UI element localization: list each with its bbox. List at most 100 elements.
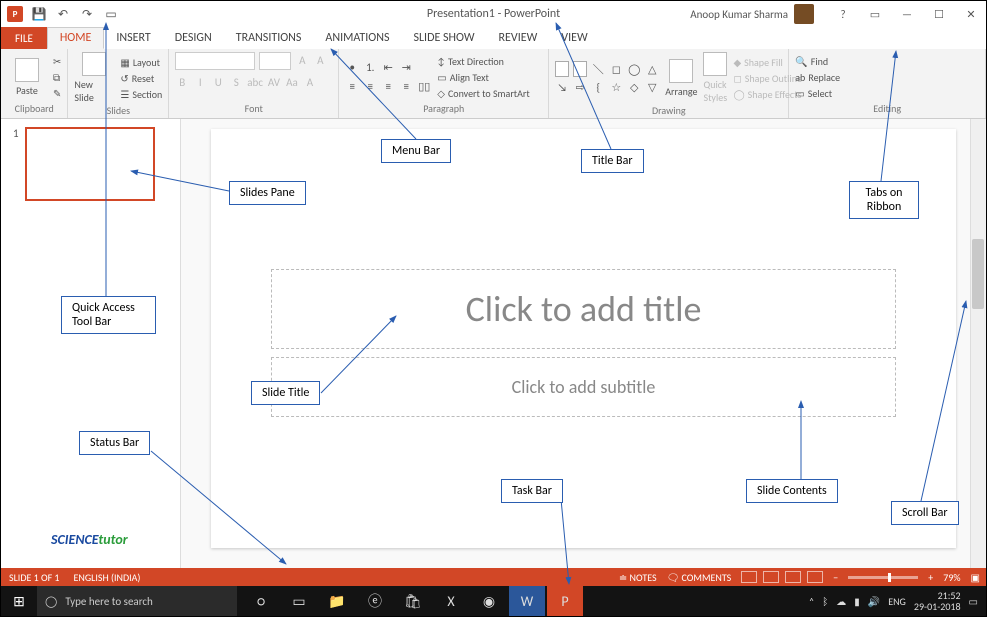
notification-icon[interactable]: ▭ bbox=[969, 595, 978, 608]
align-text-button[interactable]: ▭ Align Text bbox=[437, 71, 530, 84]
tab-insert[interactable]: INSERT bbox=[104, 27, 162, 49]
copy-button[interactable]: ⧉ bbox=[53, 71, 61, 84]
normal-view-icon[interactable] bbox=[741, 571, 757, 583]
align-left-button[interactable]: ≡ bbox=[345, 79, 359, 95]
comments-button[interactable]: 🗨 COMMENTS bbox=[667, 571, 732, 584]
justify-button[interactable]: ≡ bbox=[399, 79, 413, 95]
zoom-slider[interactable] bbox=[848, 576, 918, 579]
font-size-select[interactable] bbox=[259, 52, 291, 70]
zoom-out-button[interactable]: − bbox=[833, 571, 838, 584]
volume-icon[interactable]: 🔊 bbox=[868, 595, 880, 608]
help-icon[interactable]: ? bbox=[832, 8, 854, 21]
chrome-icon[interactable]: ◉ bbox=[471, 586, 507, 616]
font-color-button[interactable]: A bbox=[303, 74, 317, 90]
reset-button[interactable]: ↺ Reset bbox=[120, 72, 162, 85]
close-icon[interactable]: ✕ bbox=[960, 8, 982, 21]
align-center-button[interactable]: ≡ bbox=[363, 79, 377, 95]
language-label[interactable]: ENGLISH (INDIA) bbox=[74, 571, 141, 584]
paste-button[interactable]: Paste bbox=[7, 52, 47, 102]
bold-button[interactable]: B bbox=[175, 74, 189, 90]
numbering-button[interactable]: 1. bbox=[363, 60, 377, 76]
ribbon-display-icon[interactable]: ▭ bbox=[864, 8, 886, 21]
excel-icon[interactable]: X bbox=[433, 586, 469, 616]
tab-slide-show[interactable]: SLIDE SHOW bbox=[401, 27, 486, 49]
redo-icon[interactable]: ↷ bbox=[79, 6, 95, 22]
find-button[interactable]: 🔍 Find bbox=[795, 55, 840, 68]
shapes-gallery[interactable]: ＼◻◯△ ↘⇨{☆◇▽ bbox=[555, 52, 659, 104]
replace-button[interactable]: ab Replace bbox=[795, 71, 840, 84]
taskbar-clock[interactable]: 21:52 29-01-2018 bbox=[914, 590, 961, 612]
cut-button[interactable]: ✂ bbox=[53, 55, 61, 68]
smartart-button[interactable]: ◇ Convert to SmartArt bbox=[437, 87, 530, 100]
ribbon: Paste ✂ ⧉ ✎ Clipboard New Slide ▦ Layout… bbox=[1, 49, 986, 119]
underline-button[interactable]: U bbox=[211, 74, 225, 90]
word-icon[interactable]: W bbox=[509, 586, 545, 616]
fit-to-window-icon[interactable]: ▣ bbox=[971, 571, 980, 584]
slideshow-view-icon[interactable] bbox=[807, 571, 823, 583]
user-account[interactable]: Anoop Kumar Sharma bbox=[690, 4, 814, 24]
title-placeholder[interactable]: Click to add title bbox=[271, 269, 896, 349]
undo-icon[interactable]: ↶ bbox=[55, 6, 71, 22]
start-slideshow-icon[interactable]: ▭ bbox=[103, 6, 119, 22]
change-case-button[interactable]: Aa bbox=[285, 74, 299, 90]
align-right-button[interactable]: ≡ bbox=[381, 79, 395, 95]
task-view-icon[interactable]: ▭ bbox=[281, 586, 317, 616]
slides-pane[interactable]: 1 bbox=[1, 119, 181, 568]
indent-dec-button[interactable]: ⇤ bbox=[381, 60, 395, 76]
strike-button[interactable]: abc bbox=[247, 74, 263, 90]
zoom-in-button[interactable]: + bbox=[928, 571, 933, 584]
cortana-icon[interactable]: ○ bbox=[243, 586, 279, 616]
vertical-scrollbar[interactable] bbox=[970, 119, 986, 568]
start-button[interactable]: ⊞ bbox=[1, 593, 37, 610]
tab-view[interactable]: VIEW bbox=[549, 27, 599, 49]
bullets-button[interactable]: • bbox=[345, 60, 359, 76]
edge-icon[interactable]: ⓔ bbox=[357, 586, 393, 616]
tab-review[interactable]: REVIEW bbox=[487, 27, 550, 49]
format-painter-button[interactable]: ✎ bbox=[53, 87, 61, 100]
zoom-level[interactable]: 79% bbox=[943, 571, 960, 584]
quick-styles-button[interactable]: Quick Styles bbox=[703, 52, 727, 104]
store-icon[interactable]: 🛍 bbox=[395, 586, 431, 616]
tray-expand-icon[interactable]: ˄ bbox=[809, 595, 814, 608]
watermark-logo: SCIENCEtutor bbox=[51, 531, 128, 548]
tab-home[interactable]: HOME bbox=[47, 27, 105, 49]
select-button[interactable]: ▭ Select bbox=[795, 87, 840, 100]
tab-design[interactable]: DESIGN bbox=[163, 27, 224, 49]
save-icon[interactable]: 💾 bbox=[31, 6, 47, 22]
shadow-button[interactable]: S bbox=[229, 74, 243, 90]
notes-button[interactable]: ≐ NOTES bbox=[619, 571, 657, 584]
char-spacing-button[interactable]: AV bbox=[267, 74, 281, 90]
status-bar: SLIDE 1 OF 1 ENGLISH (INDIA) ≐ NOTES 🗨 C… bbox=[1, 568, 986, 586]
taskbar-search[interactable]: ◯ Type here to search bbox=[37, 586, 237, 616]
text-direction-button[interactable]: ↕ Text Direction bbox=[437, 55, 530, 68]
shrink-font-button[interactable]: A bbox=[313, 52, 327, 68]
tab-animations[interactable]: ANIMATIONS bbox=[313, 27, 401, 49]
font-family-select[interactable] bbox=[175, 52, 255, 70]
layout-button[interactable]: ▦ Layout bbox=[120, 56, 162, 69]
slide-thumbnail[interactable] bbox=[25, 127, 155, 201]
slide-count-label[interactable]: SLIDE 1 OF 1 bbox=[9, 571, 60, 584]
wifi-icon[interactable]: ▮ bbox=[854, 595, 860, 608]
onedrive-icon[interactable]: ☁ bbox=[836, 595, 846, 608]
language-indicator[interactable]: ENG bbox=[888, 595, 906, 608]
user-avatar-icon bbox=[794, 4, 814, 24]
file-tab[interactable]: FILE bbox=[1, 27, 47, 49]
sorter-view-icon[interactable] bbox=[763, 571, 779, 583]
file-explorer-icon[interactable]: 📁 bbox=[319, 586, 355, 616]
maximize-icon[interactable]: ☐ bbox=[928, 8, 950, 21]
scrollbar-thumb[interactable] bbox=[972, 239, 984, 309]
indent-inc-button[interactable]: ⇥ bbox=[399, 60, 413, 76]
italic-button[interactable]: I bbox=[193, 74, 207, 90]
powerpoint-taskbar-icon[interactable]: P bbox=[547, 586, 583, 616]
slide-canvas[interactable]: Click to add title Click to add subtitle bbox=[211, 129, 956, 548]
arrange-button[interactable]: Arrange bbox=[665, 52, 697, 104]
grow-font-button[interactable]: A bbox=[295, 52, 309, 68]
section-button[interactable]: ☰ Section bbox=[120, 88, 162, 101]
subtitle-placeholder[interactable]: Click to add subtitle bbox=[271, 357, 896, 417]
minimize-icon[interactable]: — bbox=[896, 8, 918, 21]
new-slide-button[interactable]: New Slide bbox=[74, 52, 114, 104]
bluetooth-icon[interactable]: ᛒ bbox=[822, 595, 828, 608]
reading-view-icon[interactable] bbox=[785, 571, 801, 583]
tab-transitions[interactable]: TRANSITIONS bbox=[224, 27, 314, 49]
columns-button[interactable]: ▯▯ bbox=[417, 79, 431, 95]
